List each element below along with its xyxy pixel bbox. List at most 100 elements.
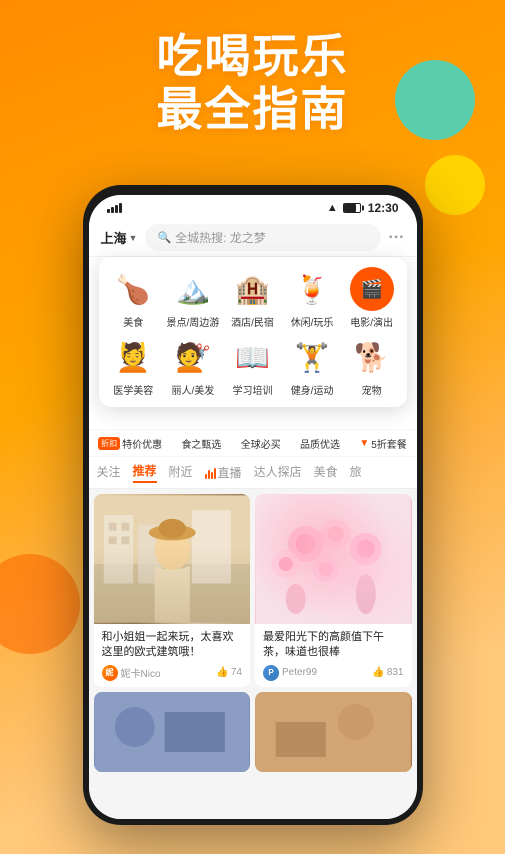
card-right-bottom-svg	[255, 692, 412, 772]
tab-explore[interactable]: 达人探店	[254, 463, 302, 482]
category-row-1: 🍗 美食 🏔️ 景点/周边游 🏨 酒店/民宿 🍹 休闲/玩乐	[104, 267, 402, 329]
city-label: 上海	[101, 228, 127, 247]
movie-label: 电影/演出	[350, 314, 393, 329]
left-likes-count: 74	[231, 667, 242, 678]
medical-label: 医学美容	[113, 382, 153, 397]
promo-five[interactable]: ▼ 5折套餐	[359, 436, 406, 451]
promo-discount[interactable]: 折扣 特价优惠	[98, 436, 162, 451]
pet-label: 宠物	[362, 382, 382, 397]
live-bars-icon	[205, 467, 216, 479]
card-right-bottom-image	[255, 692, 412, 772]
category-food[interactable]: 🍗 美食	[104, 267, 164, 329]
search-input[interactable]: 🔍 全城热搜: 龙之梦	[145, 224, 380, 251]
content-col-left: 和小姐姐一起来玩，太喜欢这里的欧式建筑哦！ 妮 妮卡Nico 👍 74	[94, 494, 251, 814]
city-chevron-icon: ▼	[129, 233, 138, 243]
five-star-badge: ▼	[359, 438, 369, 449]
fitness-label: 健身/运动	[291, 382, 334, 397]
card-left-footer: 妮 妮卡Nico 👍 74	[102, 665, 243, 681]
card-right-bottom[interactable]	[255, 692, 412, 772]
tab-live[interactable]: 直播	[205, 464, 242, 481]
fitness-icon: 🏋️	[290, 335, 334, 379]
scenic-label: 景点/周边游	[167, 314, 220, 329]
category-row-2: 💆 医学美容 💇 丽人/美发 📖 学习培训 🏋️ 健身/运动 🐕	[104, 335, 402, 397]
card-left-body: 和小姐姐一起来玩，太喜欢这里的欧式建筑哦！ 妮 妮卡Nico 👍 74	[94, 624, 251, 687]
category-scenic[interactable]: 🏔️ 景点/周边游	[163, 267, 223, 329]
tab-live-label: 直播	[218, 464, 242, 481]
card-right-avatar: P Peter99	[263, 665, 317, 681]
promo-strip: 折扣 特价优惠 食之甄选 全球必买 品质优选 ▼ 5折套餐	[89, 429, 417, 457]
search-placeholder: 全城热搜: 龙之梦	[175, 229, 266, 246]
beauty-icon: 💇	[171, 335, 215, 379]
promo-must[interactable]: 全球必买	[241, 436, 281, 451]
status-bar: ▲ 12:30	[89, 195, 417, 219]
food-label: 美食	[123, 314, 143, 329]
medical-icon: 💆	[111, 335, 155, 379]
right-avatar-circle: P	[263, 665, 279, 681]
promo-brand-label: 品质优选	[300, 436, 340, 451]
tab-bar: 关注 推荐 附近 直播 达人探店 美食 旅	[89, 457, 417, 489]
clock: 12:30	[368, 201, 399, 215]
more-icon[interactable]: ···	[389, 229, 405, 247]
card-right-footer: P Peter99 👍 831	[263, 665, 404, 681]
battery-icon	[343, 203, 361, 213]
tab-follow[interactable]: 关注	[97, 463, 121, 482]
promo-must-label: 全球必买	[241, 436, 281, 451]
signal-bar-3	[115, 205, 118, 213]
right-author: Peter99	[282, 667, 317, 678]
bg-circle-yellow	[425, 155, 485, 215]
promo-discount-label: 特价优惠	[122, 436, 162, 451]
thumb-icon-right: 👍	[372, 667, 384, 678]
signal-bar-4	[119, 203, 122, 213]
wifi-icon: ▲	[327, 202, 338, 214]
content-col-right: 最爱阳光下的高颜值下午茶，味道也很棒 P Peter99 👍 831	[255, 494, 412, 814]
hero-section: 吃喝玩乐 最全指南	[0, 30, 505, 136]
discount-badge: 折扣	[98, 437, 120, 450]
hero-title: 吃喝玩乐 最全指南	[0, 30, 505, 136]
category-leisure[interactable]: 🍹 休闲/玩乐	[282, 267, 342, 329]
category-beauty[interactable]: 💇 丽人/美发	[163, 335, 223, 397]
promo-food[interactable]: 食之甄选	[181, 436, 221, 451]
hotel-icon: 🏨	[230, 267, 274, 311]
tab-nearby[interactable]: 附近	[169, 463, 193, 482]
phone-mockup: ▲ 12:30 上海 ▼ 🔍 全城热搜: 龙之梦 ··· 🍗	[83, 185, 423, 825]
live-bar-4	[214, 468, 216, 479]
tab-food[interactable]: 美食	[314, 463, 338, 482]
signal-bars	[107, 203, 122, 213]
tab-travel[interactable]: 旅	[350, 463, 362, 482]
study-label: 学习培训	[232, 382, 272, 397]
phone-screen: ▲ 12:30 上海 ▼ 🔍 全城热搜: 龙之梦 ··· 🍗	[89, 195, 417, 819]
card-left-main[interactable]: 和小姐姐一起来玩，太喜欢这里的欧式建筑哦！ 妮 妮卡Nico 👍 74	[94, 494, 251, 687]
left-avatar-circle: 妮	[102, 665, 118, 681]
card-right-title: 最爱阳光下的高颜值下午茶，味道也很棒	[263, 630, 404, 661]
promo-five-label: 5折套餐	[371, 436, 407, 451]
hotel-label: 酒店/民宿	[231, 314, 274, 329]
category-medical[interactable]: 💆 医学美容	[104, 335, 164, 397]
search-icon: 🔍	[157, 231, 171, 244]
card-right-main[interactable]: 最爱阳光下的高颜值下午茶，味道也很棒 P Peter99 👍 831	[255, 494, 412, 687]
live-bar-3	[211, 472, 213, 479]
content-grid: 和小姐姐一起来玩，太喜欢这里的欧式建筑哦！ 妮 妮卡Nico 👍 74	[89, 489, 417, 819]
promo-brand[interactable]: 品质优选	[300, 436, 340, 451]
card-left-title: 和小姐姐一起来玩，太喜欢这里的欧式建筑哦！	[102, 630, 243, 661]
status-icons: ▲ 12:30	[327, 201, 399, 215]
leisure-icon: 🍹	[290, 267, 334, 311]
study-icon: 📖	[230, 335, 274, 379]
card-left-likes: 👍 74	[216, 667, 242, 678]
left-author: 妮卡Nico	[121, 665, 161, 680]
card-right-image	[255, 494, 412, 624]
category-fitness[interactable]: 🏋️ 健身/运动	[282, 335, 342, 397]
live-bar-2	[208, 470, 210, 479]
pet-icon: 🐕	[350, 335, 394, 379]
tab-recommend[interactable]: 推荐	[133, 462, 157, 483]
category-pet[interactable]: 🐕 宠物	[342, 335, 402, 397]
card-left-image	[94, 494, 251, 624]
card-left-bottom[interactable]	[94, 692, 251, 772]
movie-icon: 🎬	[350, 267, 394, 311]
category-study[interactable]: 📖 学习培训	[223, 335, 283, 397]
category-hotel[interactable]: 🏨 酒店/民宿	[223, 267, 283, 329]
leisure-label: 休闲/玩乐	[291, 314, 334, 329]
city-selector[interactable]: 上海 ▼	[101, 228, 138, 247]
category-movie[interactable]: 🎬 电影/演出	[342, 267, 402, 329]
card-right-likes: 👍 831	[372, 667, 403, 678]
category-card: 🍗 美食 🏔️ 景点/周边游 🏨 酒店/民宿 🍹 休闲/玩乐	[99, 257, 407, 407]
